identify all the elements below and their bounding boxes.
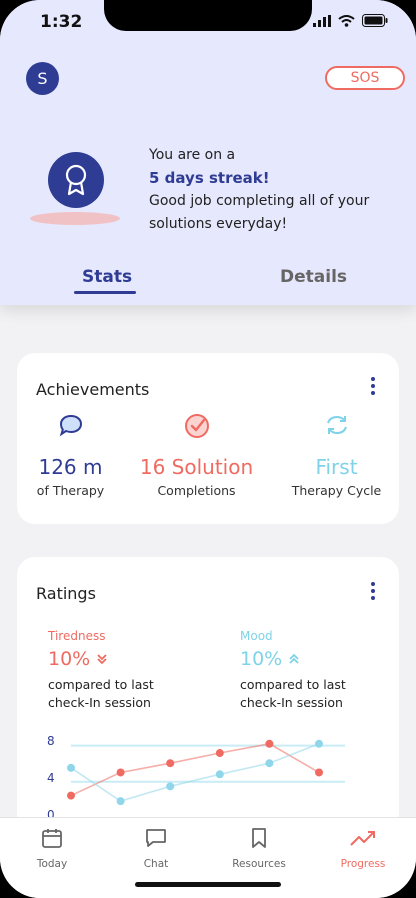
chat-icon	[146, 829, 166, 847]
status-time: 1:32	[40, 12, 83, 32]
achievement-caption: Completions	[157, 483, 236, 498]
series-line	[70, 742, 320, 797]
y-tick-label: 8	[47, 734, 55, 748]
ratings-card: Ratings Tiredness 10% compared to last c…	[17, 557, 399, 857]
tiredness-label: Tiredness	[48, 629, 106, 643]
data-point	[315, 768, 323, 777]
cycle-arrows-icon	[326, 415, 347, 435]
tab-stats[interactable]: Stats	[82, 267, 132, 287]
app-screen: 1:32 S SOS You are on a 5 days streak! G…	[0, 0, 416, 898]
achievement-solutions: 16 Solution Completions	[133, 413, 260, 498]
nav-resources[interactable]: Resources	[219, 826, 299, 870]
signal-icon	[313, 14, 331, 27]
tiredness-note: compared to last check-In session	[48, 677, 154, 710]
achievement-value: 16 Solution	[139, 455, 254, 479]
badge-shadow	[30, 212, 120, 225]
data-point	[315, 739, 323, 748]
ribbon-award-icon	[65, 164, 87, 196]
achievement-therapy-time: 126 m of Therapy	[7, 413, 134, 498]
achievement-caption: of Therapy	[36, 483, 105, 498]
mood-value: 10%	[240, 648, 283, 670]
data-point	[265, 759, 274, 768]
data-point	[116, 797, 125, 806]
y-tick-label: 4	[47, 771, 55, 785]
data-point	[265, 739, 274, 748]
data-point	[67, 791, 75, 800]
series-line	[70, 743, 320, 802]
streak-message: You are on a 5 days streak! Good job com…	[149, 144, 399, 236]
sos-button[interactable]: SOS	[325, 66, 405, 90]
nav-chat[interactable]: Chat	[116, 826, 196, 870]
status-icons	[313, 14, 388, 27]
award-badge	[48, 152, 104, 208]
achievement-value: 126 m	[38, 455, 103, 479]
achievements-more-icon[interactable]	[371, 377, 375, 395]
data-point	[166, 759, 175, 768]
streak-line2: Good job completing all of your solution…	[149, 193, 370, 232]
mood-label: Mood	[240, 629, 273, 643]
data-point	[67, 763, 75, 772]
ratings-line-chart: 840	[47, 734, 345, 822]
ratings-more-icon[interactable]	[371, 582, 375, 600]
active-tab-indicator	[74, 291, 136, 294]
data-point	[215, 749, 224, 758]
nav-label: Progress	[340, 858, 386, 870]
nav-label: Chat	[143, 858, 169, 870]
mood-rating: Mood 10% compared to last check-In sessi…	[240, 629, 390, 712]
ratings-title: Ratings	[36, 584, 96, 603]
tiredness-rating: Tiredness 10% compared to last check-In …	[48, 629, 198, 712]
achievement-therapy-cycle: First Therapy Cycle	[273, 413, 400, 498]
mood-note: compared to last check-In session	[240, 677, 346, 710]
battery-icon	[362, 14, 388, 27]
double-chevron-up-icon	[289, 653, 299, 664]
hero-header: 1:32 S SOS You are on a 5 days streak! G…	[0, 0, 416, 305]
check-circle-icon	[184, 414, 209, 438]
data-point	[215, 770, 224, 779]
double-chevron-down-icon	[97, 654, 107, 665]
nav-label: Resources	[232, 858, 286, 870]
nav-today[interactable]: Today	[12, 826, 92, 870]
mood-value-row: 10%	[240, 648, 390, 670]
streak-highlight: 5 days streak!	[149, 169, 270, 187]
chat-bubble-icon	[59, 414, 82, 437]
data-point	[166, 782, 175, 791]
streak-line1: You are on a	[149, 147, 236, 163]
tiredness-value-row: 10%	[48, 648, 198, 670]
wifi-icon	[338, 14, 355, 27]
trending-up-icon	[350, 831, 375, 846]
nav-label: Today	[36, 858, 68, 870]
achievements-card: Achievements 126 m of Therapy 16 Solutio…	[17, 353, 399, 524]
achievement-caption: Therapy Cycle	[291, 483, 382, 498]
tiredness-value: 10%	[48, 648, 91, 670]
calendar-icon	[42, 829, 62, 848]
tab-details[interactable]: Details	[280, 267, 347, 287]
data-point	[116, 768, 125, 777]
achievement-value: First	[315, 455, 358, 479]
achievements-title: Achievements	[36, 380, 150, 399]
bookmark-icon	[252, 828, 266, 848]
device-notch	[104, 0, 312, 31]
avatar[interactable]: S	[26, 62, 59, 95]
home-indicator	[135, 882, 281, 887]
nav-progress[interactable]: Progress	[323, 826, 403, 870]
